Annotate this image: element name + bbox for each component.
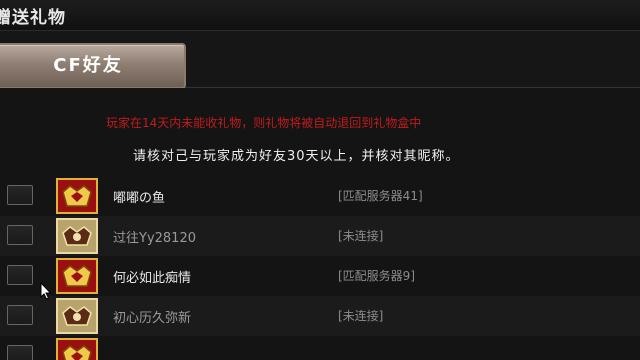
- friend-panel: 玩家在14天内未能收礼物，则礼物将被自动退回到礼物盒中 请核对己与玩家成为好友3…: [0, 88, 640, 360]
- friend-status: [未连接]: [338, 229, 384, 243]
- instruction-text: 请核对己与玩家成为好友30天以上，并核对其昵称。: [133, 149, 460, 164]
- friend-status: [匹配服务器9]: [338, 269, 415, 283]
- tab-cf-friends[interactable]: CF好友: [0, 43, 186, 89]
- rank-badge-icon: [56, 338, 98, 360]
- gift-window: 赠送礼物 CF好友 玩家在14天内未能收礼物，则礼物将被自动退回到礼物盒中 请核…: [0, 0, 640, 360]
- rank-badge-icon: [56, 258, 98, 294]
- gift-warning-text: 玩家在14天内未能收礼物，则礼物将被自动退回到礼物盒中: [106, 116, 422, 130]
- friend-row[interactable]: 初心历久弥新 [未连接]: [0, 296, 640, 336]
- friend-name: 何必如此痴情: [113, 271, 192, 286]
- rank-badge-icon: [56, 178, 98, 214]
- friend-checkbox[interactable]: [7, 265, 33, 285]
- tab-bar: CF好友: [0, 31, 640, 89]
- friend-checkbox[interactable]: [7, 225, 33, 245]
- friend-checkbox[interactable]: [7, 345, 33, 360]
- friend-checkbox[interactable]: [7, 185, 33, 205]
- window-title: 赠送礼物: [0, 8, 66, 28]
- friend-status: [未连接]: [338, 309, 384, 323]
- friend-row[interactable]: 过往Yy28120 [未连接]: [0, 216, 640, 256]
- friend-row[interactable]: [0, 336, 640, 360]
- rank-badge-icon: [56, 218, 98, 254]
- friend-status: [匹配服务器41]: [338, 189, 423, 203]
- rank-badge-icon: [56, 298, 98, 334]
- friend-checkbox[interactable]: [7, 305, 33, 325]
- friend-list: 嘟嘟の鱼 [匹配服务器41] 过往Yy28120 [未连接] 何必如此痴情 [匹…: [0, 176, 640, 360]
- title-bar: 赠送礼物: [0, 0, 640, 31]
- friend-name: 嘟嘟の鱼: [113, 191, 166, 206]
- mouse-cursor-icon: [40, 281, 52, 304]
- friend-name: 过往Yy28120: [113, 231, 196, 246]
- friend-row[interactable]: 嘟嘟の鱼 [匹配服务器41]: [0, 176, 640, 216]
- friend-name: 初心历久弥新: [113, 311, 192, 326]
- friend-row[interactable]: 何必如此痴情 [匹配服务器9]: [0, 256, 640, 296]
